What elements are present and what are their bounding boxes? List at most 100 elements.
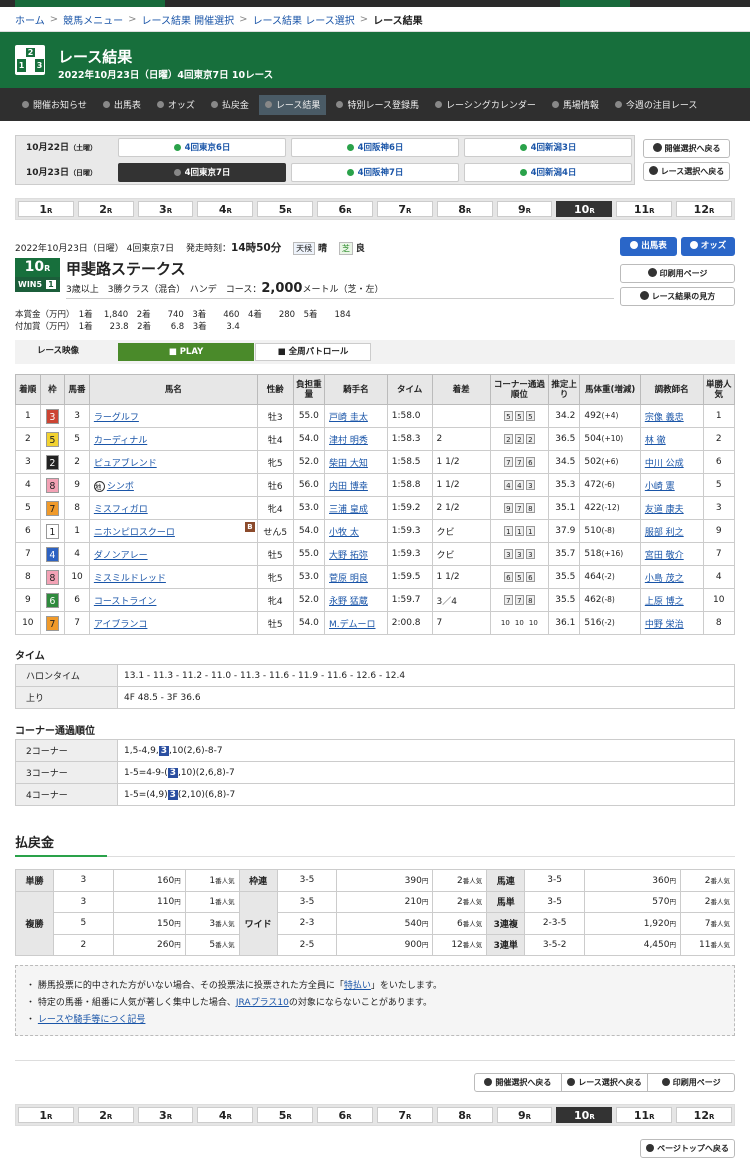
- jockey-link[interactable]: 内田 博幸: [324, 473, 388, 497]
- waku-cell: 8: [39, 565, 66, 589]
- nav-item[interactable]: 出馬表: [97, 95, 147, 115]
- race-number-button[interactable]: 7R: [376, 201, 433, 217]
- race-number-button[interactable]: 10R: [556, 201, 613, 217]
- waku-badge: 7: [45, 615, 59, 631]
- jockey-link[interactable]: 柴田 大知: [324, 450, 388, 474]
- symbols-link[interactable]: レースや騎手等につく記号: [38, 1015, 146, 1025]
- meeting-button[interactable]: 4回新潟3日: [464, 138, 632, 157]
- race-number-button[interactable]: 6R: [317, 201, 373, 217]
- race-number-button[interactable]: 12R: [676, 201, 732, 217]
- jockey-link[interactable]: 菅原 明良: [324, 565, 388, 589]
- race-number-button[interactable]: 5R: [257, 201, 314, 217]
- race-number-button[interactable]: 3R: [137, 1107, 194, 1123]
- play-video-button[interactable]: ■ PLAY: [118, 343, 254, 361]
- race-number-button[interactable]: 1R: [18, 201, 74, 217]
- nav-item[interactable]: オッズ: [151, 95, 201, 115]
- meeting-button[interactable]: 4回東京7日: [118, 163, 286, 182]
- horse-name-link[interactable]: ラーグルフ: [94, 413, 139, 423]
- nav-item[interactable]: レース結果: [258, 94, 327, 115]
- print-page-button[interactable]: 印刷用ページ: [620, 264, 735, 283]
- jockey-link[interactable]: 小牧 太: [324, 519, 388, 543]
- row-value: 13.1 - 11.3 - 11.2 - 11.0 - 11.3 - 11.6 …: [117, 664, 735, 687]
- footer-back-race-button[interactable]: レース選択へ戻る: [562, 1074, 649, 1091]
- horse-name-link[interactable]: コーストライン: [94, 597, 157, 607]
- shutsuba-button[interactable]: 出馬表: [620, 237, 677, 256]
- jockey-link[interactable]: 永野 猛蔵: [324, 588, 388, 612]
- trainer-link[interactable]: 中野 栄治: [639, 611, 704, 635]
- finish-position: 9: [15, 588, 41, 612]
- trainer-link[interactable]: 友道 康夫: [639, 496, 704, 520]
- horse-name-link[interactable]: シンボ: [107, 482, 134, 492]
- race-number-button[interactable]: 4R: [197, 1107, 254, 1123]
- race-number: 7: [398, 203, 407, 216]
- horse-name-link[interactable]: ピュアブレンド: [94, 459, 157, 469]
- odds-button[interactable]: オッズ: [681, 237, 735, 256]
- jockey-link[interactable]: M.デムーロ: [324, 611, 388, 635]
- meeting-button[interactable]: 4回新潟4日: [464, 163, 632, 182]
- race-number-button[interactable]: 4R: [197, 201, 254, 217]
- tokubarai-link[interactable]: 特払い: [344, 981, 371, 991]
- trainer-link[interactable]: 宗像 義忠: [639, 404, 704, 428]
- horse-name-link[interactable]: ミスミルドレッド: [94, 574, 166, 584]
- note-text: 勝馬投票に的中された方がいない場合、その投票法に投票された方全員に「: [37, 981, 344, 991]
- howto-button[interactable]: レース結果の見方: [620, 287, 735, 306]
- back-to-meeting-button[interactable]: 開催選択へ戻る: [643, 139, 730, 158]
- race-unit: R: [226, 1113, 232, 1121]
- race-number-button[interactable]: 10R: [556, 1107, 613, 1123]
- horse-name-link[interactable]: ダノンアレー: [94, 551, 148, 561]
- nav-item[interactable]: 今週の注目レース: [609, 95, 704, 115]
- race-number-button[interactable]: 9R: [496, 1107, 553, 1123]
- race-number-button[interactable]: 2R: [77, 1107, 134, 1123]
- meeting-button[interactable]: 4回阪神7日: [291, 163, 459, 182]
- footer-print-button[interactable]: 印刷用ページ: [648, 1074, 734, 1091]
- race-number-button[interactable]: 1R: [18, 1107, 74, 1123]
- breadcrumb-link[interactable]: ホーム: [15, 12, 45, 27]
- trainer-link[interactable]: 宮田 敬介: [639, 542, 704, 566]
- breadcrumb-link[interactable]: 競馬メニュー: [63, 12, 123, 27]
- horse-name-link[interactable]: カーディナル: [94, 436, 147, 446]
- jockey-link[interactable]: 戸崎 圭太: [324, 404, 388, 428]
- trainer-link[interactable]: 小崎 憲: [639, 473, 704, 497]
- payout-amount: 4,450: [643, 940, 670, 951]
- trainer-link[interactable]: 服部 利之: [639, 519, 704, 543]
- jockey-link[interactable]: 津村 明秀: [324, 427, 388, 451]
- jra-plus10-link[interactable]: JRAプラス10: [236, 998, 289, 1008]
- nav-item[interactable]: 特別レース登録馬: [330, 95, 425, 115]
- race-number-button[interactable]: 12R: [676, 1107, 732, 1123]
- race-number-button[interactable]: 11R: [616, 1107, 673, 1123]
- race-number-button[interactable]: 9R: [496, 201, 553, 217]
- back-to-race-button[interactable]: レース選択へ戻る: [643, 162, 730, 181]
- race-number-button[interactable]: 11R: [616, 201, 673, 217]
- race-number-button[interactable]: 7R: [376, 1107, 433, 1123]
- patrol-video-button[interactable]: ■ 全周パトロール: [255, 343, 371, 361]
- page-top-button[interactable]: ページトップへ戻る: [640, 1139, 735, 1158]
- trainer-link[interactable]: 上原 博之: [639, 588, 704, 612]
- trainer-link[interactable]: 中川 公成: [639, 450, 704, 474]
- race-number-button[interactable]: 5R: [257, 1107, 314, 1123]
- meeting-button[interactable]: 4回東京6日: [118, 138, 286, 157]
- nav-item[interactable]: 馬場情報: [546, 95, 605, 115]
- nav-item[interactable]: 開催お知らせ: [16, 95, 93, 115]
- finish-time: 2:00.8: [386, 611, 433, 635]
- finish-time: 1:59.7: [386, 588, 433, 612]
- nav-item[interactable]: 払戻金: [205, 95, 255, 115]
- horse-name-link[interactable]: ニホンピロスクーロ: [94, 528, 175, 538]
- horse-name-link[interactable]: アイブランコ: [94, 620, 148, 630]
- race-number-button[interactable]: 8R: [436, 1107, 493, 1123]
- race-number-button[interactable]: 8R: [436, 201, 493, 217]
- trainer-link[interactable]: 小島 茂之: [639, 565, 704, 589]
- trainer-link[interactable]: 林 徹: [639, 427, 704, 451]
- breadcrumb-link[interactable]: レース結果 レース選択: [253, 12, 355, 27]
- nav-item[interactable]: レーシングカレンダー: [429, 95, 542, 115]
- meeting-button[interactable]: 4回阪神6日: [291, 138, 459, 157]
- race-number-button[interactable]: 6R: [317, 1107, 373, 1123]
- jockey-link[interactable]: 大野 拓弥: [324, 542, 388, 566]
- race-number-button[interactable]: 2R: [77, 201, 134, 217]
- breadcrumb-link[interactable]: レース結果 開催選択: [141, 12, 234, 27]
- corner-order: 1,5-4,9,: [124, 745, 159, 756]
- jockey-link[interactable]: 三浦 皇成: [324, 496, 388, 520]
- horse-name-link[interactable]: ミスフィガロ: [94, 505, 148, 515]
- finish-time: 1:59.3: [386, 542, 433, 566]
- race-number-button[interactable]: 3R: [137, 201, 194, 217]
- footer-back-meeting-button[interactable]: 開催選択へ戻る: [475, 1074, 562, 1091]
